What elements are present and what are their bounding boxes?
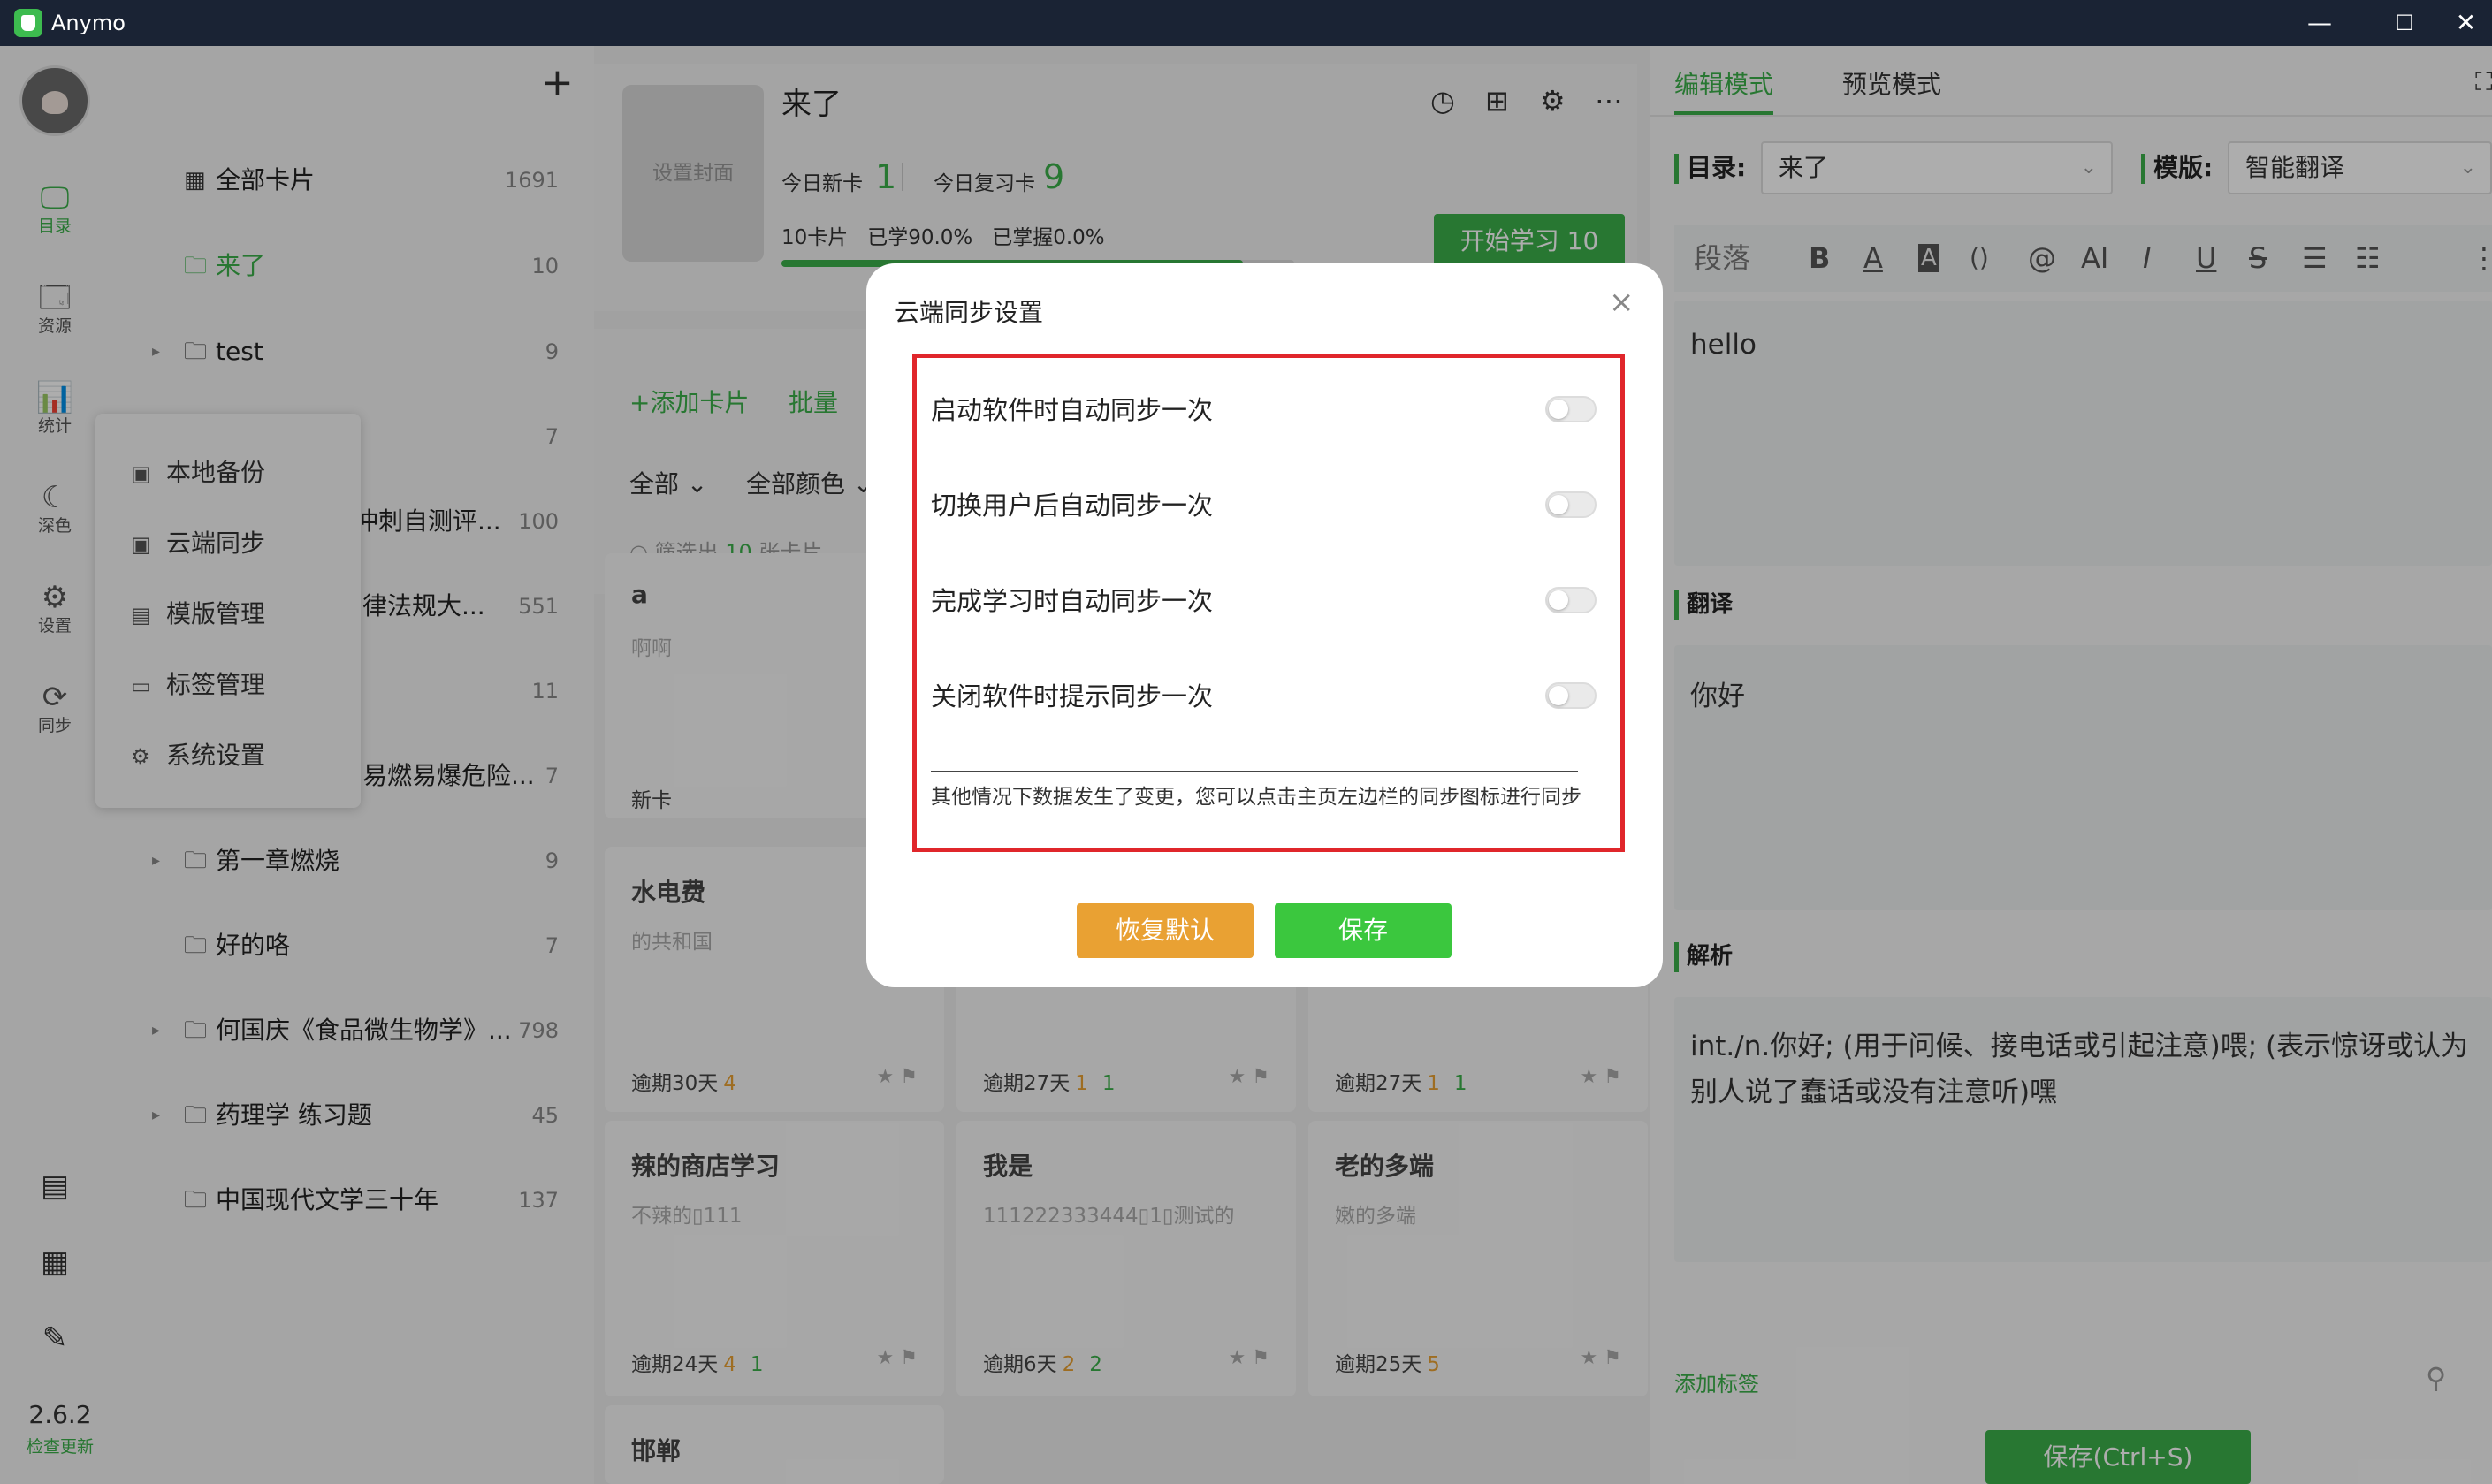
window-title: Anymo (51, 11, 126, 35)
option-sync-on-study-complete-label: 完成学习时自动同步一次 (931, 586, 1214, 616)
sync-note: 其他情况下数据发生了变更，您可以点击主页左边栏的同步图标进行同步 (931, 786, 1581, 809)
prompt-on-close-toggle[interactable] (1545, 682, 1597, 709)
close-window-button[interactable]: ✕ (2440, 0, 2492, 46)
title-bar: Anymo — ☐ ✕ (0, 0, 2492, 46)
option-sync-on-start-label: 启动软件时自动同步一次 (931, 395, 1214, 425)
option-sync-on-user-switch-label: 切换用户后自动同步一次 (931, 491, 1214, 521)
sync-on-user-switch-toggle[interactable] (1545, 491, 1597, 518)
sync-on-start-toggle[interactable] (1545, 396, 1597, 422)
close-icon[interactable]: × (1609, 285, 1635, 320)
app-logo-icon (14, 9, 42, 37)
dialog-title: 云端同步设置 (895, 298, 1044, 327)
cloud-sync-settings-dialog: 云端同步设置 × 启动软件时自动同步一次 切换用户后自动同步一次 完成学习时自动… (866, 263, 1663, 987)
option-prompt-on-close-label: 关闭软件时提示同步一次 (931, 681, 1214, 712)
sync-on-study-complete-toggle[interactable] (1545, 587, 1597, 613)
maximize-button[interactable]: ☐ (2360, 0, 2449, 46)
minimize-button[interactable]: — (2275, 0, 2364, 46)
divider (931, 771, 1578, 772)
restore-defaults-button[interactable]: 恢复默认 (1077, 903, 1254, 958)
save-button[interactable]: 保存 (1275, 903, 1452, 958)
